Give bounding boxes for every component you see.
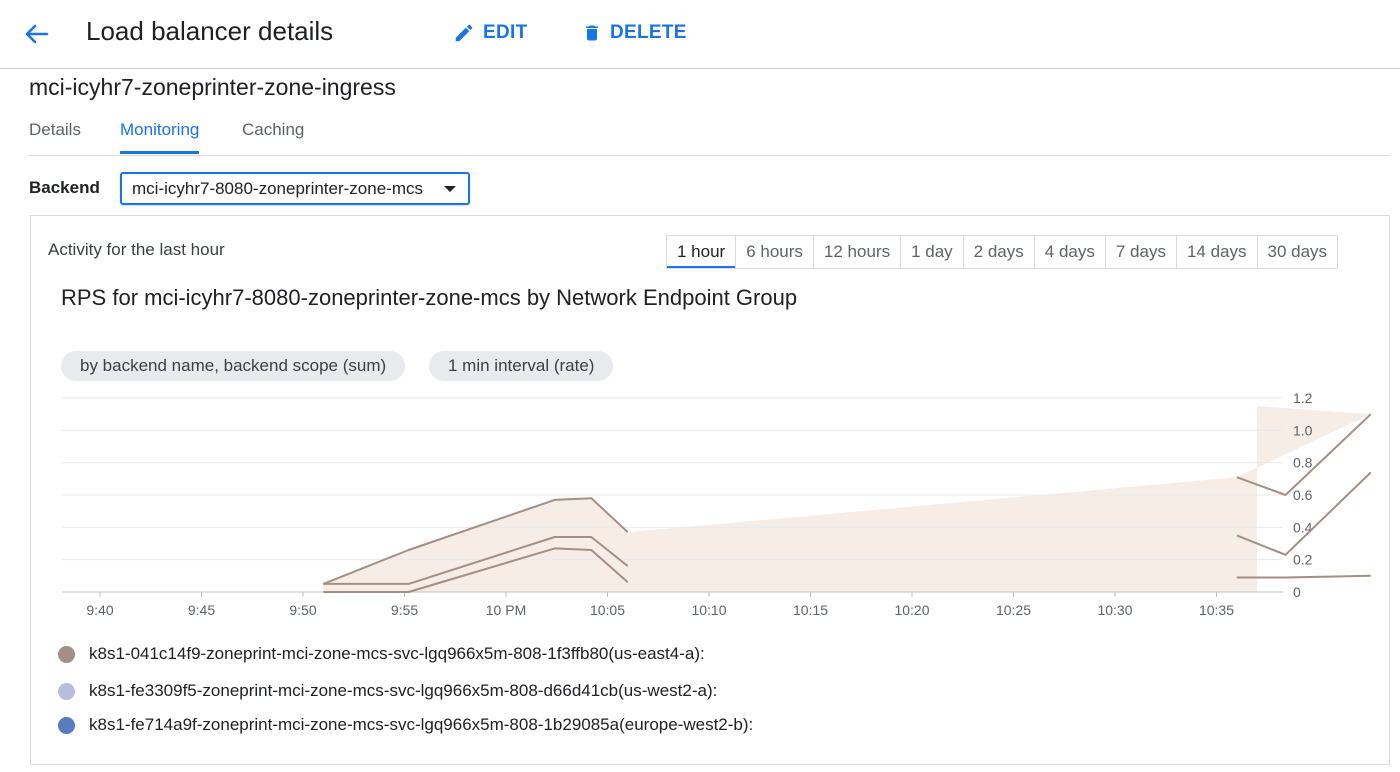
- x-tick-label: 10:30: [1097, 602, 1132, 618]
- legend-item-europe-west2-b[interactable]: k8s1-fe714a9f-zoneprint-mci-zone-mcs-svc…: [58, 713, 753, 737]
- legend-color-dot: [58, 645, 75, 663]
- legend-color-dot: [58, 682, 75, 700]
- legend-item-us-west2-a[interactable]: k8s1-fe3309f5-zoneprint-mci-zone-mcs-svc…: [58, 679, 717, 703]
- legend-label: k8s1-041c14f9-zoneprint-mci-zone-mcs-svc…: [89, 644, 705, 663]
- y-tick-label: 0.4: [1293, 519, 1313, 535]
- x-tick-label: 9:45: [188, 602, 215, 618]
- y-tick-label: 1.2: [1293, 390, 1313, 406]
- y-tick-label: 0: [1293, 584, 1301, 600]
- legend-item-us-east4-a[interactable]: k8s1-041c14f9-zoneprint-mci-zone-mcs-svc…: [58, 642, 705, 666]
- legend-label: k8s1-fe714a9f-zoneprint-mci-zone-mcs-svc…: [89, 715, 754, 734]
- legend-label: k8s1-fe3309f5-zoneprint-mci-zone-mcs-svc…: [89, 681, 718, 700]
- y-tick-label: 0.8: [1293, 455, 1313, 471]
- chart-area-fill: [323, 406, 1371, 592]
- x-tick-label: 10:25: [996, 602, 1031, 618]
- x-tick-label: 10:20: [894, 602, 929, 618]
- x-tick-label: 9:40: [86, 602, 113, 618]
- legend-color-dot: [58, 716, 75, 734]
- x-tick-label: 10:15: [793, 602, 828, 618]
- x-tick-label: 10:35: [1199, 602, 1234, 618]
- x-tick-label: 10 PM: [486, 602, 526, 618]
- x-tick-label: 10:10: [691, 602, 726, 618]
- y-tick-label: 1.0: [1293, 422, 1313, 438]
- y-tick-label: 0.6: [1293, 487, 1313, 503]
- x-tick-label: 9:55: [391, 602, 418, 618]
- x-tick-label: 9:50: [289, 602, 316, 618]
- x-tick-label: 10:05: [590, 602, 625, 618]
- y-tick-label: 0.2: [1293, 552, 1313, 568]
